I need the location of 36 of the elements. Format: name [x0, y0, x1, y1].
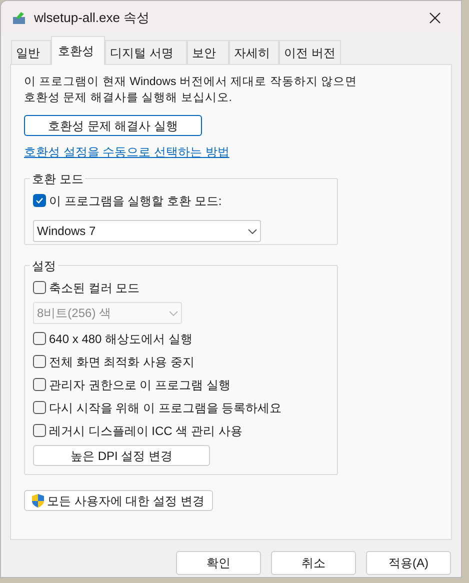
tab[interactable]: 보안	[187, 40, 229, 64]
checkbox[interactable]	[33, 355, 46, 368]
dialog-button[interactable]: 취소	[271, 551, 356, 575]
checkbox-label: 관리자 권한으로 이 프로그램 실행	[49, 376, 230, 394]
installer-icon	[12, 10, 26, 24]
checkbox[interactable]	[33, 281, 46, 294]
checkbox-label: 이 프로그램을 실행할 호환 모드:	[49, 192, 222, 210]
dropdown[interactable]: Windows 7	[33, 220, 261, 242]
help-link[interactable]: 호환성 설정을 수동으로 선택하는 방법	[24, 143, 230, 161]
close-icon	[429, 12, 441, 24]
dialog-button[interactable]: 확인	[176, 551, 261, 575]
tab[interactable]: 일반	[11, 40, 51, 64]
checkbox[interactable]	[33, 424, 46, 437]
tab[interactable]: 자세히	[229, 40, 279, 64]
checkbox[interactable]	[33, 401, 46, 414]
checkbox-label: 640 x 480 해상도에서 실행	[49, 330, 192, 348]
intro-text: 이 프로그램이 현재 Windows 버전에서 제대로 작동하지 않으면 호환성 문제 해결사를 실행해 보십시오.	[24, 75, 358, 106]
checkbox[interactable]	[33, 378, 46, 391]
checkmark-icon	[35, 196, 44, 205]
troubleshooter-button[interactable]: 호환성 문제 해결사 실행	[24, 115, 202, 136]
tab[interactable]: 호환성	[51, 36, 105, 65]
chevron-down-icon	[169, 310, 178, 316]
window-title: wlsetup-all.exe 속성	[34, 8, 151, 27]
shield-icon	[31, 493, 45, 508]
checkbox[interactable]	[33, 332, 46, 345]
tab[interactable]: 이전 버전	[279, 40, 341, 64]
checkbox-label: 전체 화면 최적화 사용 중지	[49, 354, 194, 370]
dpi-settings-button[interactable]: 높은 DPI 설정 변경	[33, 445, 210, 466]
chevron-down-icon	[248, 228, 257, 234]
checkbox-label: 다시 시작을 위해 이 프로그램을 등록하세요	[49, 400, 282, 416]
tab[interactable]: 디지털 서명	[105, 40, 187, 64]
dialog-button[interactable]: 적용(A)	[366, 551, 451, 575]
all-users-button[interactable]: 모든 사용자에 대한 설정 변경	[24, 490, 214, 511]
checkbox[interactable]	[33, 194, 46, 207]
checkbox-label: 축소된 컬러 모드	[49, 280, 140, 296]
checkbox-label: 레거시 디스플레이 ICC 색 관리 사용	[49, 422, 242, 440]
